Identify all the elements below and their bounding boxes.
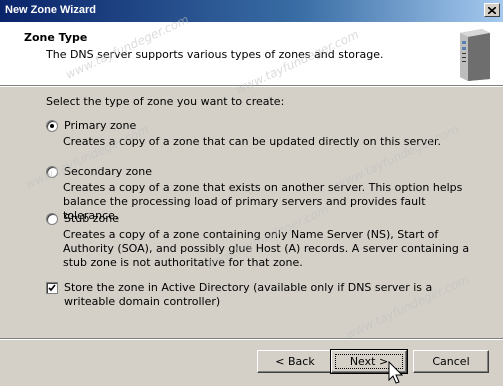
radio-secondary-zone[interactable]: Secondary zone: [46, 165, 152, 178]
server-icon: [460, 29, 490, 81]
page-title: Zone Type: [24, 31, 88, 44]
secondary-zone-description: Creates a copy of a zone that exists on …: [63, 181, 463, 222]
primary-zone-description: Creates a copy of a zone that can be upd…: [63, 135, 442, 148]
title-bar: New Zone Wizard: [0, 0, 503, 22]
wizard-header: Zone Type The DNS server supports variou…: [0, 22, 503, 85]
radio-primary-zone[interactable]: Primary zone: [46, 119, 136, 132]
page-subtitle: The DNS server supports various types of…: [46, 48, 384, 61]
active-directory-checkbox[interactable]: [46, 282, 58, 294]
radio-button-primary[interactable]: [46, 119, 58, 132]
back-button[interactable]: < Back: [257, 350, 333, 373]
radio-stub-zone[interactable]: Stub zone: [46, 212, 119, 225]
zone-type-prompt: Select the type of zone you want to crea…: [46, 95, 285, 108]
checkmark-icon: [48, 284, 56, 292]
radio-label-stub[interactable]: Stub zone: [64, 212, 119, 225]
window-title: New Zone Wizard: [5, 4, 96, 16]
radio-button-stub[interactable]: [46, 212, 58, 225]
close-icon: [488, 6, 496, 14]
mouse-pointer-icon: [388, 361, 404, 384]
cancel-button[interactable]: Cancel: [413, 350, 489, 373]
radio-button-secondary[interactable]: [46, 165, 58, 178]
radio-label-secondary[interactable]: Secondary zone: [64, 165, 152, 178]
stub-zone-description: Creates a copy of a zone containing only…: [63, 228, 470, 269]
radio-label-primary[interactable]: Primary zone: [64, 119, 136, 132]
active-directory-option[interactable]: Store the zone in Active Directory (avai…: [46, 281, 484, 309]
active-directory-label[interactable]: Store the zone in Active Directory (avai…: [64, 281, 484, 309]
footer-divider-highlight: [0, 339, 503, 340]
close-button[interactable]: [484, 3, 500, 17]
header-divider-highlight: [0, 86, 503, 87]
